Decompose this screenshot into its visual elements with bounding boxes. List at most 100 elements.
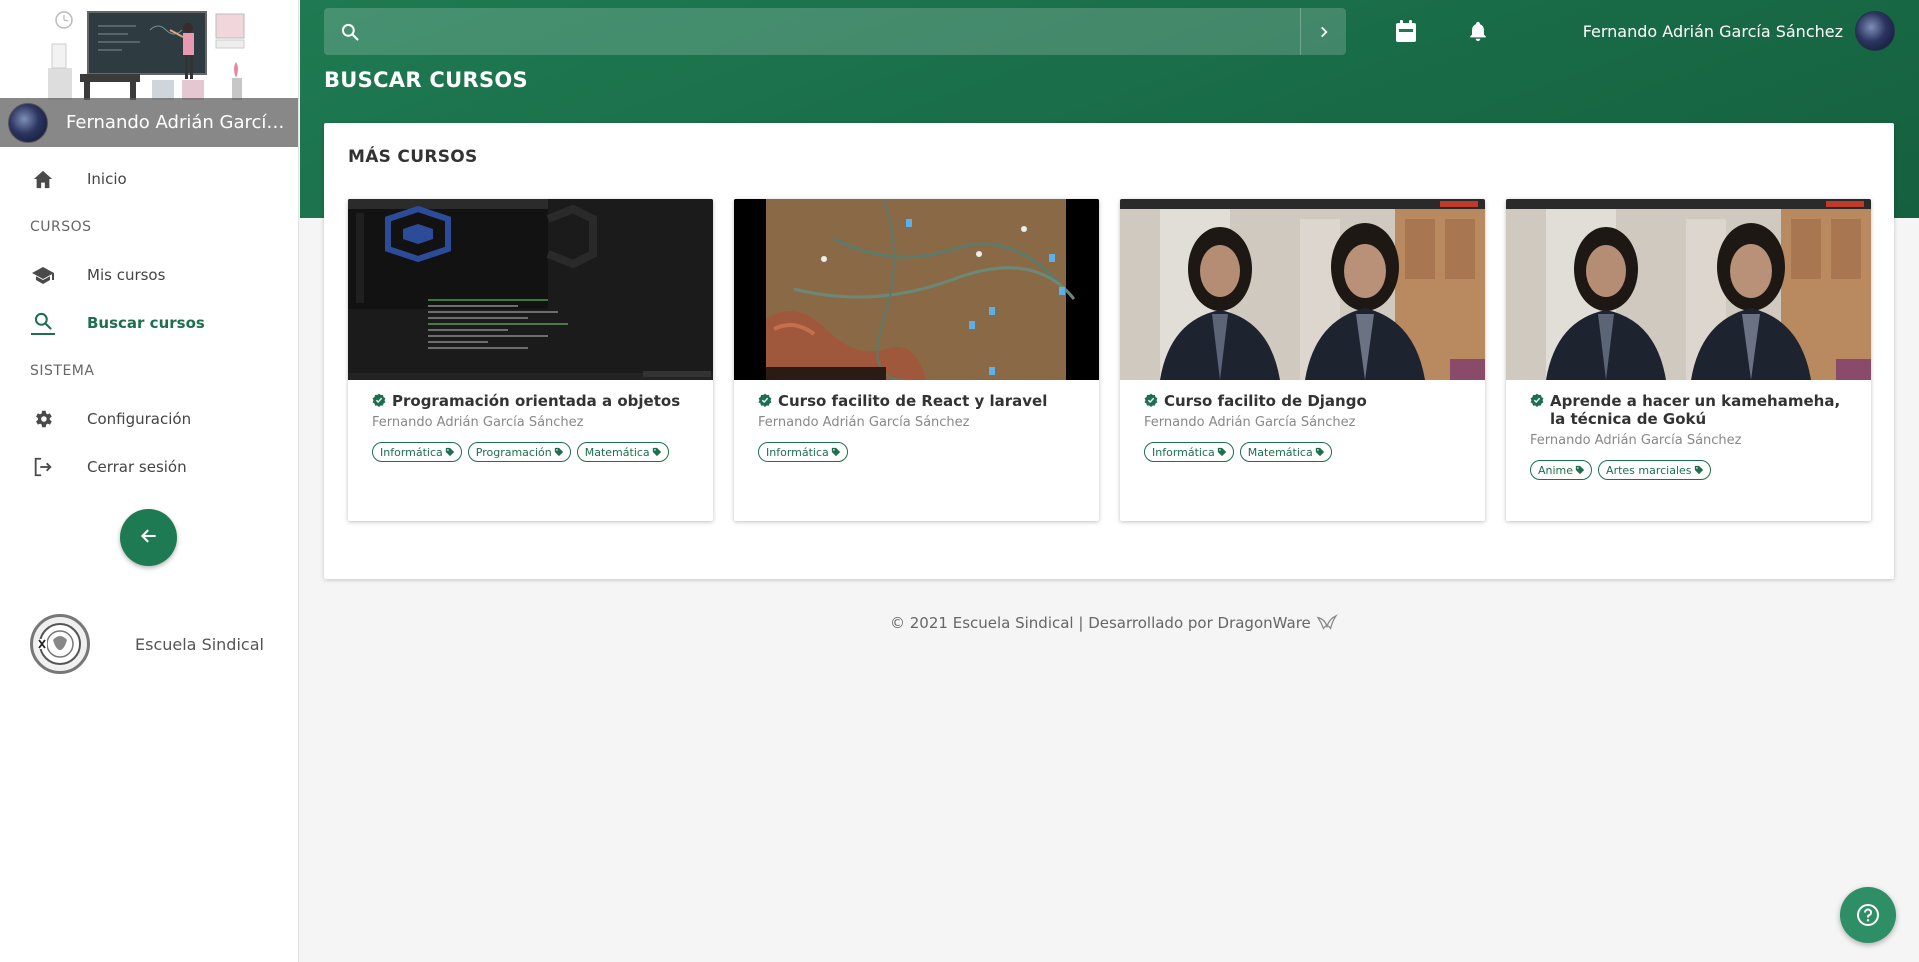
search-icon [324,22,376,42]
course-tag[interactable]: Informática [372,442,462,462]
course-body: Curso facilito de React y laravel Fernan… [734,380,1099,462]
course-tag[interactable]: Informática [758,442,848,462]
course-title: Curso facilito de Django [1144,392,1461,410]
tag-icon [445,447,454,457]
course-card[interactable]: Aprende a hacer un kamehameha, la técnic… [1506,199,1871,521]
verified-check-icon [1530,393,1544,407]
sidebar-item-label: Configuración [87,410,192,428]
course-tag[interactable]: Artes marciales [1598,460,1711,480]
dragonware-logo-icon [1316,614,1338,630]
tag-icon [831,447,840,457]
sidebar-item-label: Cerrar sesión [87,458,187,476]
sidebar-item-label: Mis cursos [87,266,166,284]
course-author: Fernando Adrián García Sánchez [1144,415,1356,430]
active-indicator [31,333,55,335]
tag-icon [1217,447,1226,457]
course-body: Curso facilito de Django Fernando Adrián… [1120,380,1485,462]
sidebar-item-cerrar-sesion[interactable]: Cerrar sesión [0,443,298,491]
course-body: Programación orientada a objetos Fernand… [348,380,713,462]
gear-icon [30,406,56,432]
section-title: MÁS CURSOS [348,147,478,167]
search-submit-button[interactable] [1300,8,1346,55]
calendar-button[interactable] [1391,16,1421,46]
tag-label: Artes marciales [1606,463,1692,477]
course-card[interactable]: Curso facilito de React y laravel Fernan… [734,199,1099,521]
tag-icon [1694,465,1703,475]
tag-label: Anime [1538,463,1574,477]
course-tags: Informática [758,442,1075,462]
tag-icon [554,447,563,457]
course-thumbnail [348,199,713,380]
footer-text: © 2021 Escuela Sindical | Desarrollado p… [890,614,1311,632]
sidebar-header: Fernando Adrián García Sánchez [0,0,298,147]
section-title-cursos: CURSOS [30,219,92,235]
course-thumbnail [1506,199,1871,380]
tag-icon [652,447,661,457]
sidebar-item-label: Inicio [87,170,127,188]
course-title: Curso facilito de React y laravel [758,392,1075,410]
chevron-right-icon [1320,26,1328,37]
footer: © 2021 Escuela Sindical | Desarrollado p… [890,614,1338,632]
search-bar [324,8,1346,55]
course-tag[interactable]: Matemática [576,442,669,462]
course-tags: Anime Artes marciales [1530,460,1847,480]
tag-label: Informática [380,445,443,459]
course-title-text: Aprende a hacer un kamehameha, la técnic… [1550,392,1841,428]
course-title: Programación orientada a objetos [372,392,689,410]
course-body: Aprende a hacer un kamehameha, la técnic… [1506,380,1871,480]
sidebar-nav: Inicio CURSOS Mis cursos Buscar cursos S… [0,147,298,491]
course-thumbnail [734,199,1099,380]
sidebar-item-configuracion[interactable]: Configuración [0,395,298,443]
arrow-left-icon [139,526,159,550]
sidebar-item-mis-cursos[interactable]: Mis cursos [0,251,298,299]
collapse-sidebar-button[interactable] [120,509,177,566]
course-title-text: Curso facilito de Django [1164,392,1367,410]
search-icon [30,310,56,336]
logout-icon [30,454,56,480]
course-thumbnail [1120,199,1485,380]
sidebar-item-label: Buscar cursos [87,314,205,332]
course-title-text: Programación orientada a objetos [392,392,681,410]
course-author: Fernando Adrián García Sánchez [758,415,970,430]
course-tags: Informática Matemática [1144,442,1461,462]
header-user-menu[interactable]: Fernando Adrián García Sánchez [1583,8,1895,54]
courses-panel: MÁS CURSOS Programación orientada a obje… [324,123,1894,579]
school-logo [30,614,90,674]
notifications-button[interactable] [1463,16,1493,46]
tag-label: Matemática [584,445,650,459]
classroom-illustration [40,4,260,100]
verified-check-icon [372,393,386,407]
course-tag[interactable]: Matemática [1239,442,1332,462]
sidebar-user-name: Fernando Adrián García Sánchez [66,112,291,133]
sidebar-item-buscar-cursos[interactable]: Buscar cursos [0,299,298,347]
course-tag[interactable]: Anime [1530,460,1593,480]
verified-check-icon [758,393,772,407]
calendar-icon [1396,20,1416,42]
course-title: Aprende a hacer un kamehameha, la técnic… [1530,392,1847,428]
user-avatar [8,102,48,143]
verified-check-icon [1144,393,1158,407]
section-title-sistema: SISTEMA [30,363,95,379]
tag-label: Informática [1152,445,1215,459]
tag-icon [1315,447,1324,457]
course-tag[interactable]: Informática [1144,442,1234,462]
sidebar-item-inicio[interactable]: Inicio [0,155,298,203]
school-name: Escuela Sindical [135,634,264,654]
graduation-cap-icon [30,262,56,288]
header-user-name: Fernando Adrián García Sánchez [1582,21,1843,41]
search-input[interactable] [376,8,1300,55]
course-title-text: Curso facilito de React y laravel [778,392,1048,410]
help-icon [1857,904,1879,926]
user-avatar [1855,11,1895,51]
course-tags: Informática Programación Matemática [372,442,689,462]
course-tag[interactable]: Programación [467,442,571,462]
tag-label: Programación [475,445,552,459]
tag-icon [1575,465,1585,475]
course-card[interactable]: Curso facilito de Django Fernando Adrián… [1120,199,1485,521]
bell-icon [1470,21,1486,42]
course-author: Fernando Adrián García Sánchez [372,415,584,430]
course-card[interactable]: Programación orientada a objetos Fernand… [348,199,713,521]
sidebar-user-bar[interactable]: Fernando Adrián García Sánchez [0,98,298,147]
school-brand: Escuela Sindical [30,614,264,674]
help-button[interactable] [1840,887,1896,943]
